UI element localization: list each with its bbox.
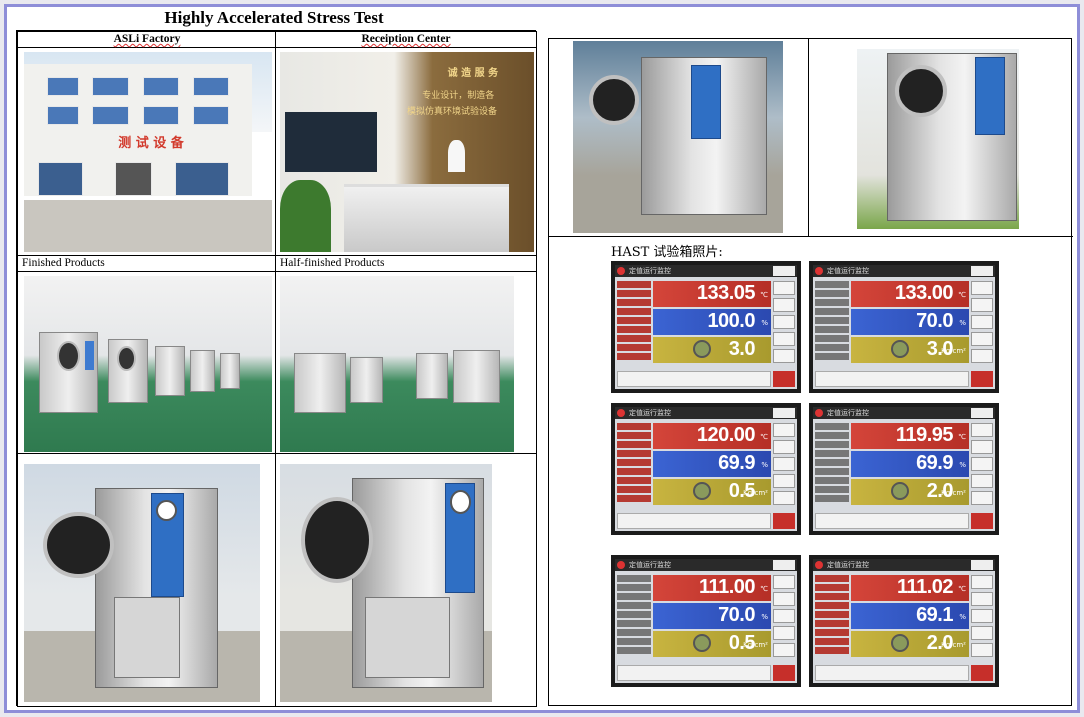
humidity-value: 69.9 xyxy=(916,452,953,474)
controller-screen-3: 定值运行监控 120.00 ℃ 69.9% 0.5 Kg/cm² xyxy=(611,403,801,535)
machine-photo-cell-2 xyxy=(275,453,537,707)
hast-chamber-photo-1 xyxy=(549,39,809,237)
humidity-value: 70.0 xyxy=(916,310,953,332)
pressure-value: 3.0 xyxy=(728,338,756,360)
controller-screen-4: 定值运行监控 119.95 ℃ 69.9% 2.0 Kg/cm² xyxy=(809,403,999,535)
temperature-value: 119.95 xyxy=(895,424,954,446)
page-title: Highly Accelerated Stress Test xyxy=(164,8,384,27)
reception-cell: Receiption Center 诚 造 服 务 专业设计，制造各 模拟仿真环… xyxy=(275,31,537,257)
factory-sign: 测 试 设 备 xyxy=(118,136,184,151)
half-finished-photo xyxy=(280,276,514,452)
factory-cell: ASLi Factory 测 试 设 备 xyxy=(17,31,277,257)
finished-products-caption: Finished Products xyxy=(18,256,276,272)
half-finished-caption: Half-finished Products xyxy=(276,256,536,272)
machine-photo-cell-1 xyxy=(17,453,277,707)
factory-photo: 测 试 设 备 xyxy=(24,52,272,252)
left-photo-grid: ASLi Factory 测 试 设 备 Receiption Center 诚… xyxy=(16,30,537,707)
reception-sign-2: 专业设计，制造各 xyxy=(422,91,495,101)
reception-caption: Receiption Center xyxy=(276,32,536,48)
hast-chamber-photo-2 xyxy=(807,39,1073,237)
controller-screen-2: 定值运行监控 133.00 ℃ 70.0% 3.0 Kg/cm² xyxy=(809,261,999,393)
humidity-value: 69.9 xyxy=(718,452,755,474)
controller-screen-1: 定值运行监控 133.05 ℃ 100.0% 3.0 xyxy=(611,261,801,393)
humidity-value: 69.1 xyxy=(916,604,953,626)
temperature-value: 111.02 xyxy=(897,576,953,598)
hast-photos-label: HAST 试验箱照片: xyxy=(611,245,723,260)
temperature-value: 111.00 xyxy=(699,576,755,598)
controller-screen-5: 定值运行监控 111.00 ℃ 70.0% 0.5 Kg/cm² xyxy=(611,555,801,687)
temperature-value: 133.00 xyxy=(894,282,954,304)
temperature-value: 120.00 xyxy=(696,424,756,446)
humidity-value: 100.0 xyxy=(707,310,755,332)
reception-sign-3: 模拟仿真环境试验设备 xyxy=(407,107,498,117)
half-finished-cell: Half-finished Products xyxy=(275,255,537,455)
machine-photo-2 xyxy=(280,464,492,702)
humidity-value: 70.0 xyxy=(718,604,755,626)
right-photo-grid: HAST 试验箱照片: 定值运行监控 133.05 ℃ 100.0% 3.0 定值… xyxy=(548,38,1073,706)
controller-screen-6: 定值运行监控 111.02 ℃ 69.1% 2.0 Kg/cm² xyxy=(809,555,999,687)
machine-photo-1 xyxy=(24,464,260,702)
finished-products-photo xyxy=(24,276,272,452)
reception-sign-1: 诚 造 服 务 xyxy=(447,68,499,79)
factory-caption: ASLi Factory xyxy=(18,32,276,48)
reception-photo: 诚 造 服 务 专业设计，制造各 模拟仿真环境试验设备 xyxy=(280,52,534,252)
temperature-value: 133.05 xyxy=(696,282,756,304)
finished-products-cell: Finished Products xyxy=(17,255,277,455)
